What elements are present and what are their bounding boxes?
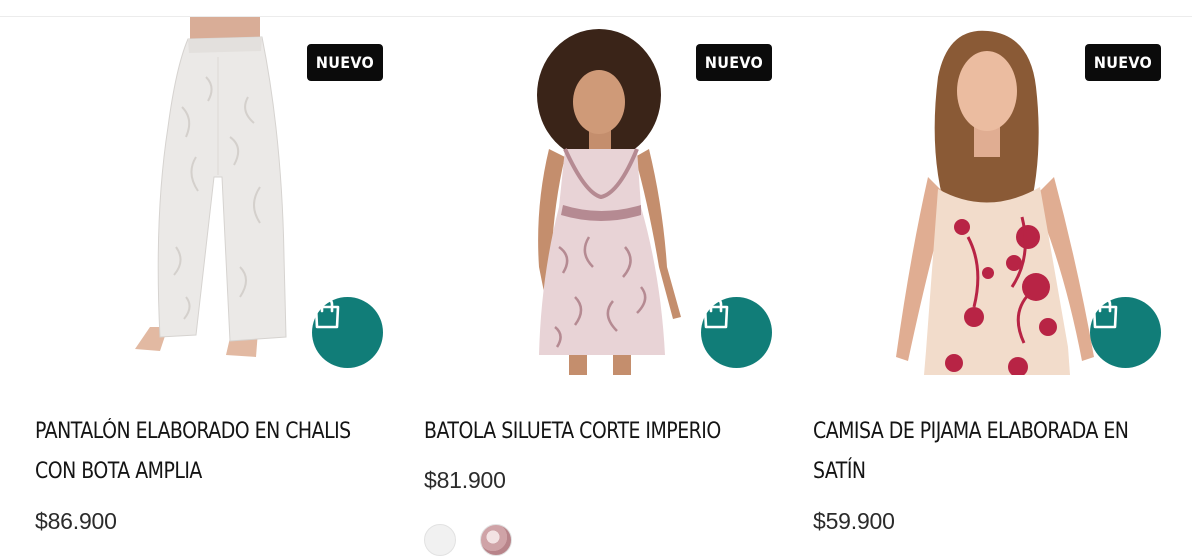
product-title[interactable]: CAMISA DE PIJAMA ELABORADA EN SATÍN — [813, 412, 1157, 492]
add-to-cart-button[interactable] — [701, 297, 772, 368]
white-swatch[interactable] — [424, 524, 456, 556]
product-price: $81.900 — [424, 467, 506, 493]
product-title-line: BATOLA SILUETA CORTE IMPERIO — [424, 419, 721, 444]
new-badge: NUEVO — [696, 44, 772, 81]
product-title-line: SATÍN — [813, 459, 866, 484]
product-card[interactable]: NUEVO CAMISA DE PIJAMA ELABORADA EN SATÍ… — [778, 0, 1166, 560]
product-title[interactable]: BATOLA SILUETA CORTE IMPERIO — [424, 412, 768, 452]
product-card[interactable]: NUEVO BATOLA SILUETA CORTE IMPERIO $81.9… — [389, 0, 777, 560]
product-image[interactable]: NUEVO — [778, 17, 1166, 375]
new-badge: NUEVO — [307, 44, 383, 81]
shopping-bag-icon — [314, 297, 340, 329]
product-title-line: CON BOTA AMPLIA — [35, 459, 202, 484]
product-image[interactable]: NUEVO — [0, 17, 388, 375]
product-image[interactable]: NUEVO — [389, 17, 777, 375]
product-price: $86.900 — [35, 508, 117, 534]
add-to-cart-button[interactable] — [1090, 297, 1161, 368]
product-price: $59.900 — [813, 508, 895, 534]
new-badge: NUEVO — [1085, 44, 1161, 81]
shopping-bag-icon — [1092, 297, 1118, 329]
product-grid: NUEVO PANTALÓN ELABORADO EN CHALIS CON B… — [0, 0, 1192, 560]
product-title-line: PANTALÓN ELABORADO EN CHALIS — [35, 419, 351, 444]
product-card[interactable]: NUEVO PANTALÓN ELABORADO EN CHALIS CON B… — [0, 0, 388, 560]
add-to-cart-button[interactable] — [312, 297, 383, 368]
product-title[interactable]: PANTALÓN ELABORADO EN CHALIS CON BOTA AM… — [35, 412, 379, 492]
shopping-bag-icon — [703, 297, 729, 329]
product-title-line: CAMISA DE PIJAMA ELABORADA EN — [813, 419, 1129, 444]
color-swatches — [424, 524, 512, 556]
pink-print-swatch[interactable] — [480, 524, 512, 556]
